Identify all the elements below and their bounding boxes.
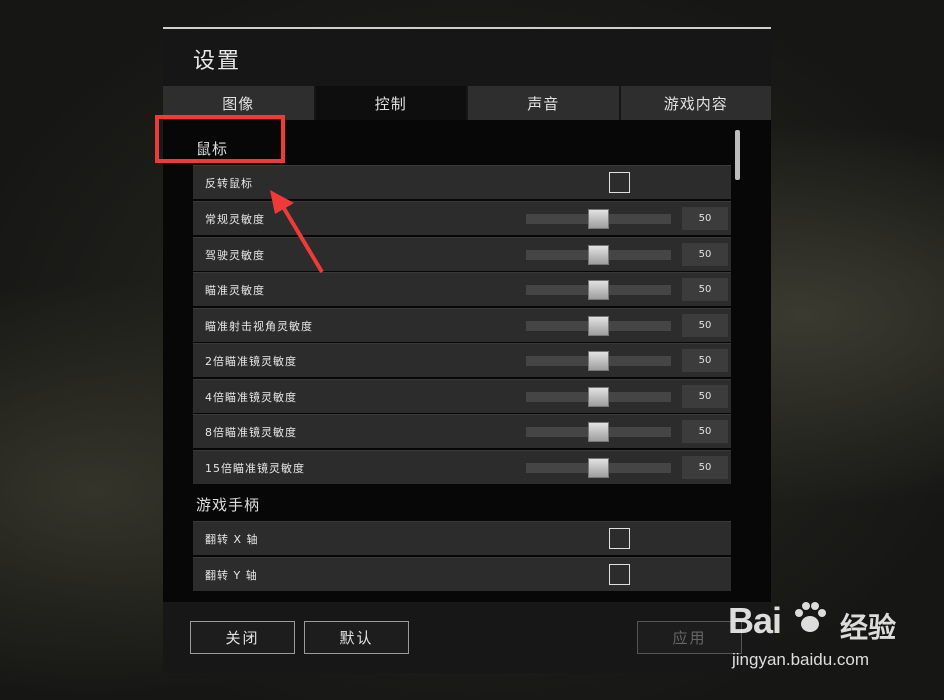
annotation-arrow-icon [270, 190, 324, 274]
paw-icon [795, 602, 826, 632]
baidu-jingyan-watermark: Bai 经验 jingyan.baidu.com [728, 600, 938, 690]
watermark-logo-text: Bai [728, 600, 782, 641]
watermark-brand: 经验 [840, 611, 897, 644]
watermark-url: jingyan.baidu.com [732, 650, 870, 669]
